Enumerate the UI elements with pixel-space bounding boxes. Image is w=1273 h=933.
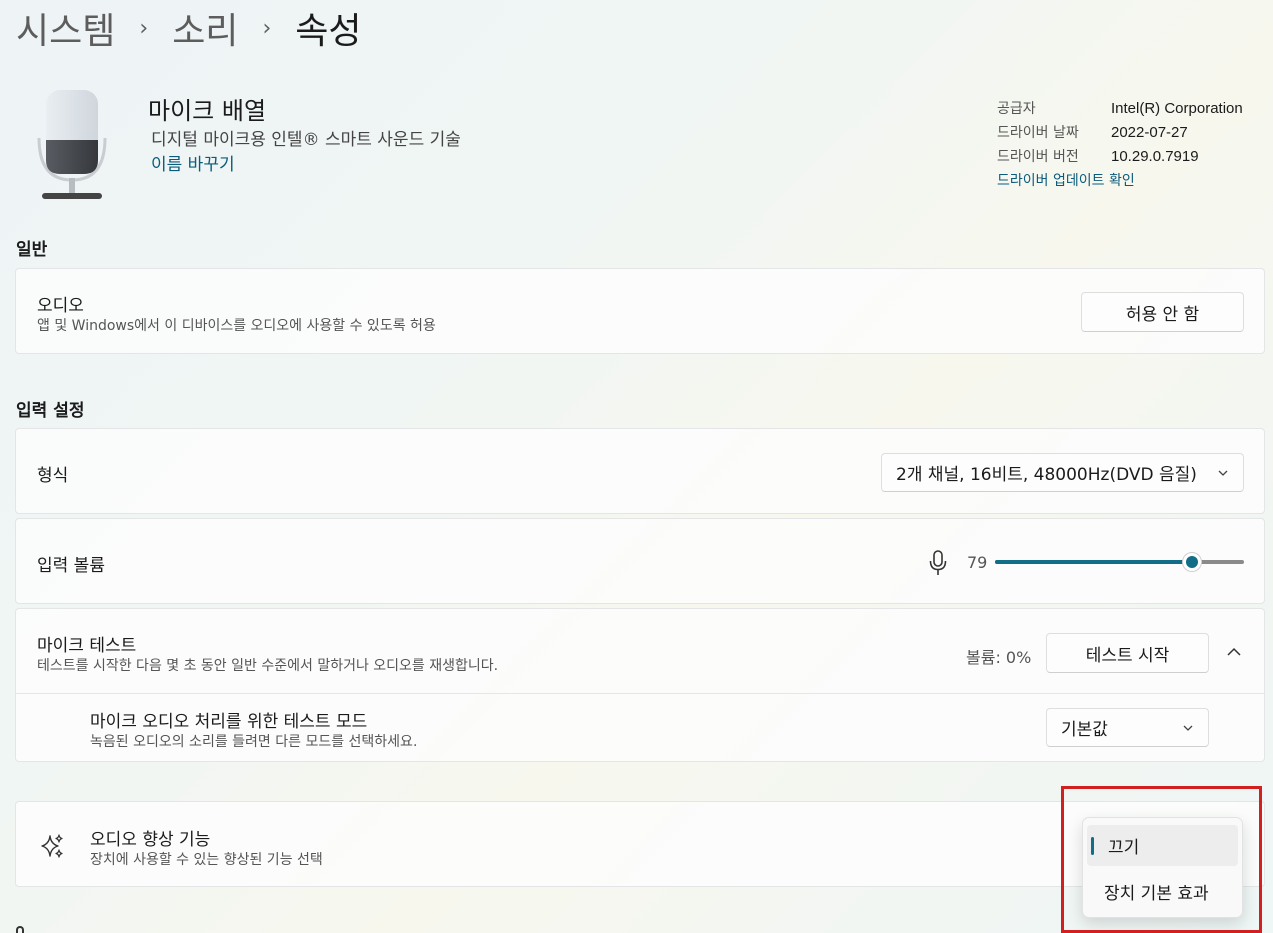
audio-title: 오디오 [37, 296, 84, 316]
breadcrumb-system[interactable]: 시스템 [16, 2, 115, 54]
provider-value: Intel(R) Corporation [1111, 100, 1243, 117]
section-input-settings-title: 입력 설정 [16, 401, 85, 421]
test-mode-value: 기본값 [1061, 720, 1108, 740]
slider-fill [995, 560, 1192, 564]
driver-version-label: 드라이버 버전 [997, 149, 1079, 165]
audio-enhancements-title: 오디오 향상 기능 [90, 830, 211, 850]
audio-subtitle: 앱 및 Windows에서 이 디바이스를 오디오에 사용할 수 있도록 허용 [37, 318, 436, 334]
audio-card: 오디오 앱 및 Windows에서 이 디바이스를 오디오에 사용할 수 있도록… [15, 268, 1265, 354]
input-volume-label: 입력 볼륨 [37, 556, 105, 576]
sparkle-icon [41, 834, 63, 858]
chevron-down-icon [1183, 725, 1193, 731]
rename-link[interactable]: 이름 바꾸기 [151, 150, 235, 175]
input-volume-value: 79 [967, 553, 988, 572]
microphone-icon [37, 90, 107, 199]
chevron-down-icon [1218, 470, 1228, 476]
mic-test-title: 마이크 테스트 [37, 636, 137, 656]
check-driver-update-link[interactable]: 드라이버 업데이트 확인 [997, 169, 1135, 193]
test-mode-dropdown[interactable]: 기본값 [1046, 708, 1209, 747]
driver-info: 공급자 Intel(R) Corporation 드라이버 날짜 2022-07-2… [997, 97, 1243, 193]
input-volume-slider[interactable] [995, 552, 1244, 572]
format-label: 형식 [37, 466, 69, 486]
format-card: 형식 2개 채널, 16비트, 48000Hz(DVD 음질) [15, 428, 1265, 514]
chevron-right-icon: › [139, 15, 149, 41]
divider [16, 693, 1264, 694]
format-value: 2개 채널, 16비트, 48000Hz(DVD 음질) [896, 465, 1197, 485]
microphone-icon[interactable] [929, 550, 947, 576]
driver-date-value: 2022-07-27 [1111, 124, 1188, 141]
driver-date-label: 드라이버 날짜 [997, 125, 1079, 141]
mic-test-volume-text: 볼륨: 0% [966, 648, 1032, 667]
chevron-right-icon: › [262, 15, 272, 41]
highlight-box [1061, 786, 1262, 933]
breadcrumb-sound[interactable]: 소리 [172, 2, 238, 54]
audio-enhancements-subtitle: 장치에 사용할 수 있는 향상된 기능 선택 [90, 852, 323, 868]
mic-test-subtitle: 테스트를 시작한 다음 몇 초 동안 일반 수준에서 말하거나 오디오를 재생합… [37, 658, 499, 674]
device-name: 마이크 배열 [148, 97, 267, 125]
test-mode-subtitle: 녹음된 오디오의 소리를 들려면 다른 모드를 선택하세요. [90, 734, 418, 750]
format-dropdown[interactable]: 2개 채널, 16비트, 48000Hz(DVD 음질) [881, 453, 1244, 492]
input-volume-card: 입력 볼륨 79 [15, 518, 1265, 604]
test-mode-title: 마이크 오디오 처리를 위한 테스트 모드 [90, 712, 368, 732]
mic-test-card: 마이크 테스트 테스트를 시작한 다음 몇 초 동안 일반 수준에서 말하거나 … [15, 608, 1265, 762]
provider-label: 공급자 [997, 101, 1036, 117]
breadcrumb-properties: 속성 [295, 11, 362, 52]
driver-version-value: 10.29.0.7919 [1111, 148, 1199, 165]
start-test-button[interactable]: 테스트 시작 [1046, 633, 1209, 673]
next-section-title-fragment [16, 926, 24, 933]
section-general-title: 일반 [16, 240, 48, 260]
breadcrumb: 시스템 › 소리 › 속성 [16, 2, 362, 54]
disallow-button[interactable]: 허용 안 함 [1081, 292, 1244, 332]
chevron-up-icon[interactable] [1226, 645, 1242, 659]
device-description: 디지털 마이크용 인텔® 스마트 사운드 기술 [151, 130, 461, 150]
slider-thumb[interactable] [1182, 552, 1202, 572]
